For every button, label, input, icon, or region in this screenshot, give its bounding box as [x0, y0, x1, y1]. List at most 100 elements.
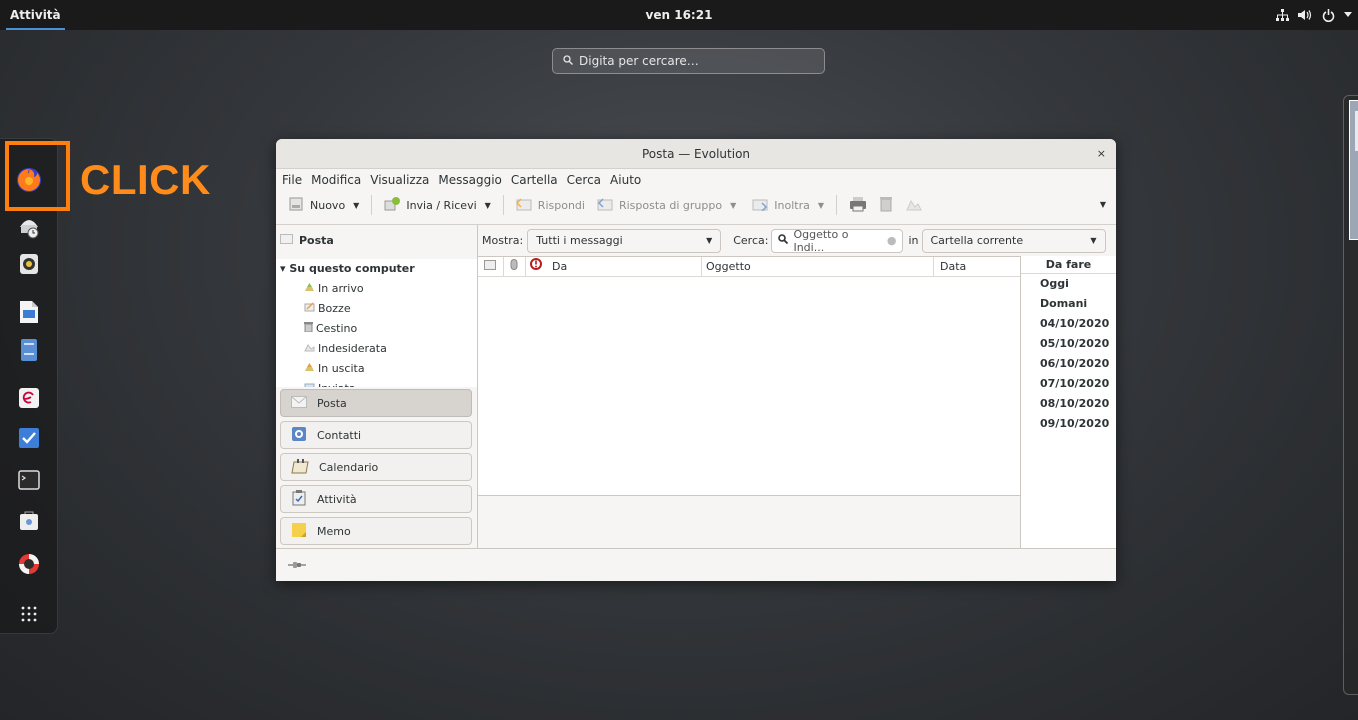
chevron-down-icon: ▼ [1090, 236, 1097, 245]
rhythmbox-icon[interactable] [12, 247, 46, 281]
overview-search[interactable] [552, 48, 825, 74]
forward-label: Inoltra [774, 198, 810, 212]
memo-icon [291, 522, 307, 541]
window-titlebar[interactable]: Posta — Evolution × [276, 139, 1116, 169]
clock[interactable]: ven 16:21 [0, 0, 1358, 30]
switcher-contacts[interactable]: Contatti [280, 421, 472, 449]
folder-trash[interactable]: Cestino [276, 319, 477, 339]
show-apps-icon[interactable] [12, 597, 46, 631]
reply-group-button[interactable]: Risposta di gruppo ▼ [591, 193, 742, 217]
folder-inbox[interactable]: In arrivo [276, 279, 477, 299]
system-tray[interactable] [1275, 0, 1352, 30]
connection-icon[interactable] [288, 558, 306, 572]
todo-item[interactable]: 06/10/2020 [1021, 354, 1116, 374]
reply-button[interactable]: Rispondi [510, 193, 591, 217]
subject-column[interactable]: Oggetto [702, 256, 934, 277]
send-receive-button[interactable]: Invia / Ricevi ▼ [378, 193, 496, 217]
scope-combo[interactable]: Cartella corrente ▼ [921, 228, 1106, 253]
chevron-down-icon[interactable]: ▼ [818, 201, 824, 210]
todo-item[interactable]: 05/10/2020 [1021, 334, 1116, 354]
chevron-down-icon[interactable]: ▼ [730, 201, 736, 210]
menu-view[interactable]: Visualizza [370, 173, 429, 187]
folder-sent[interactable]: Inviata [276, 379, 477, 387]
help-icon[interactable] [12, 547, 46, 581]
separator [835, 195, 837, 215]
folder-outbox[interactable]: In uscita [276, 359, 477, 379]
debian-icon[interactable] [12, 381, 46, 415]
junk-button[interactable] [899, 193, 929, 217]
new-button[interactable]: Nuovo ▼ [282, 193, 365, 217]
todo-item[interactable]: Domani [1021, 294, 1116, 314]
toolbar-overflow-icon[interactable]: ▼ [1100, 200, 1106, 209]
search-label: Cerca: [733, 234, 769, 247]
status-column[interactable] [478, 256, 504, 277]
tasks-icon[interactable] [12, 421, 46, 455]
attachment-column[interactable] [504, 256, 526, 277]
menu-search[interactable]: Cerca [567, 173, 601, 187]
evolution-window[interactable]: Posta — Evolution × File Modifica Visual… [276, 139, 1116, 581]
switcher-mail[interactable]: Posta [280, 389, 472, 417]
todo-item[interactable]: 04/10/2020 [1021, 314, 1116, 334]
reply-group-icon [597, 197, 613, 214]
from-column[interactable]: Da [548, 256, 702, 277]
todo-item[interactable]: 07/10/2020 [1021, 374, 1116, 394]
chevron-down-icon[interactable]: ▼ [485, 201, 491, 210]
power-icon[interactable] [1321, 8, 1335, 22]
mail-search-field[interactable]: Oggetto o Indi... ● [771, 228, 904, 254]
menu-help[interactable]: Aiuto [610, 173, 641, 187]
workspace-switcher[interactable] [1343, 95, 1358, 695]
outbox-icon [304, 359, 315, 379]
sent-icon [304, 379, 315, 387]
todo-item[interactable]: Oggi [1021, 274, 1116, 294]
chevron-down-icon[interactable]: ▼ [353, 201, 359, 210]
software-icon[interactable] [12, 503, 46, 537]
flag-column[interactable] [526, 257, 548, 277]
new-mail-icon [288, 196, 304, 215]
reply-icon [515, 197, 532, 214]
folder-drafts[interactable]: Bozze [276, 299, 477, 319]
evolution-mail-icon[interactable] [12, 209, 46, 243]
menu-folder[interactable]: Cartella [511, 173, 558, 187]
reply-group-label: Risposta di gruppo [618, 198, 723, 212]
menu-file[interactable]: File [282, 173, 302, 187]
click-highlight-box [5, 141, 70, 211]
tree-root[interactable]: ▾ Su questo computer [276, 259, 477, 279]
junk-icon [905, 196, 923, 215]
folder-label: Indesiderata [318, 342, 387, 355]
folder-junk[interactable]: Indesiderata [276, 339, 477, 359]
switcher-calendar[interactable]: Calendario [280, 453, 472, 481]
volume-icon[interactable] [1298, 8, 1312, 22]
show-filter-combo[interactable]: Tutti i messaggi ▼ [527, 228, 722, 253]
todo-header[interactable]: Da fare [1021, 256, 1116, 274]
attachment-icon [510, 257, 518, 277]
todo-item[interactable]: 08/10/2020 [1021, 394, 1116, 414]
forward-button[interactable]: Inoltra ▼ [746, 193, 830, 217]
inbox-icon [304, 279, 315, 299]
switcher-tasks[interactable]: Attività [280, 485, 472, 513]
close-button[interactable]: × [1097, 139, 1106, 169]
switcher-memo[interactable]: Memo [280, 517, 472, 545]
writer-icon[interactable] [12, 295, 46, 329]
message-list-header: Da Oggetto Data [478, 256, 1020, 277]
message-list[interactable]: Da Oggetto Data [478, 256, 1020, 495]
search-input[interactable] [579, 54, 799, 68]
menubar: File Modifica Visualizza Messaggio Carte… [276, 169, 1116, 191]
workspace-thumbnail[interactable] [1349, 100, 1358, 240]
folder-label: In arrivo [318, 282, 364, 295]
menu-message[interactable]: Messaggio [438, 173, 502, 187]
files-icon[interactable] [12, 333, 46, 367]
send-receive-label: Invia / Ricevi [406, 198, 477, 212]
clear-icon[interactable]: ● [887, 234, 897, 247]
print-button[interactable] [843, 193, 873, 217]
network-icon[interactable] [1275, 8, 1289, 22]
menu-edit[interactable]: Modifica [311, 173, 361, 187]
terminal-icon[interactable] [12, 463, 46, 497]
date-column[interactable]: Data [934, 257, 1020, 277]
scope-value: Cartella corrente [930, 234, 1024, 247]
todo-bar[interactable]: Da fare Oggi Domani 04/10/2020 05/10/202… [1020, 256, 1116, 549]
menu-arrow-icon[interactable] [1344, 8, 1352, 22]
preview-pane[interactable] [478, 495, 1020, 549]
todo-item[interactable]: 09/10/2020 [1021, 414, 1116, 434]
folder-tree[interactable]: ▾ Su questo computer In arrivo Bozze Ces… [276, 259, 477, 387]
delete-button[interactable] [873, 193, 899, 217]
